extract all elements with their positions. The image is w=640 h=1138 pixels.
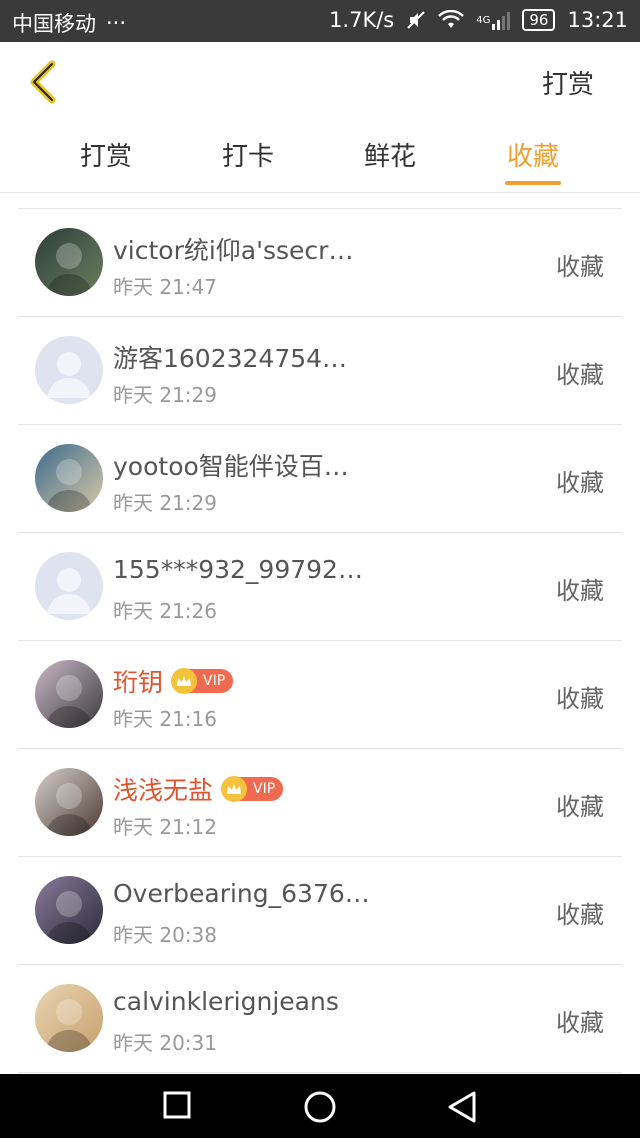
notification-dots: ···	[106, 11, 127, 35]
user-name-text: 珩钥	[113, 668, 164, 697]
timestamp: 昨天 21:29	[113, 383, 217, 407]
avatar[interactable]	[35, 984, 103, 1052]
tab-favorites[interactable]: 收藏	[478, 136, 588, 185]
vip-badge: VIP	[221, 776, 284, 802]
crown-icon	[221, 776, 248, 802]
avatar[interactable]	[35, 552, 103, 620]
user-name: 浅浅无盐 VIP	[113, 771, 284, 807]
timestamp: 昨天 21:47	[113, 275, 217, 299]
favorite-action-label[interactable]: 收藏	[556, 679, 604, 714]
tab-label: 鲜花	[363, 142, 416, 172]
signal-icon: 4G	[476, 10, 511, 30]
user-name-text: calvinklerignjeans	[113, 987, 339, 1016]
mute-icon	[406, 10, 426, 30]
timestamp: 昨天 20:31	[113, 1031, 217, 1055]
favorite-action-label[interactable]: 收藏	[556, 787, 604, 822]
home-button[interactable]	[303, 1090, 337, 1128]
favorites-list: victor统i仰a'ssecr… 昨天 21:47 收藏 游客1602324754……	[18, 209, 622, 1073]
favorite-action-label[interactable]: 收藏	[556, 355, 604, 390]
back-button[interactable]	[22, 58, 66, 106]
user-name-text: victor统i仰a'ssecr…	[113, 236, 354, 265]
timestamp: 昨天 21:29	[113, 491, 217, 515]
list-item[interactable]: 珩钥 VIP 昨天 21:16 收藏	[18, 641, 622, 749]
user-name: 游客1602324754…	[113, 339, 347, 375]
tab-label: 打卡	[221, 142, 274, 172]
triangle-back-icon	[448, 1091, 476, 1123]
timestamp: 昨天 21:16	[113, 707, 217, 731]
square-icon	[163, 1091, 191, 1119]
user-name-text: Overbearing_6376…	[113, 879, 370, 908]
vip-badge: VIP	[171, 668, 234, 694]
tab-label: 收藏	[506, 142, 559, 172]
list-item[interactable]: yootoo智能伴设百… 昨天 21:29 收藏	[18, 425, 622, 533]
active-tab-indicator	[505, 181, 561, 185]
vip-label: VIP	[253, 781, 276, 797]
tab-bar: 打赏 打卡 鲜花 收藏	[0, 122, 640, 193]
user-name: calvinklerignjeans	[113, 987, 339, 1016]
avatar[interactable]	[35, 228, 103, 296]
circle-icon	[304, 1091, 336, 1123]
timestamp: 昨天 21:12	[113, 815, 217, 839]
list-item[interactable]: 155***932_99792… 昨天 21:26 收藏	[18, 533, 622, 641]
network-speed: 1.7K/s	[329, 8, 395, 32]
list-item[interactable]: Overbearing_6376… 昨天 20:38 收藏	[18, 857, 622, 965]
status-bar: 中国移动 ··· 1.7K/s 4G 96 13:21	[0, 0, 640, 42]
avatar[interactable]	[35, 876, 103, 944]
recent-apps-button[interactable]	[162, 1090, 192, 1124]
user-name: 155***932_99792…	[113, 555, 363, 584]
avatar[interactable]	[35, 336, 103, 404]
user-name: victor统i仰a'ssecr…	[113, 231, 353, 267]
avatar[interactable]	[35, 444, 103, 512]
top-bar: 打赏	[0, 42, 640, 122]
list-item[interactable]: 浅浅无盐 VIP 昨天 21:12 收藏	[18, 749, 622, 857]
wifi-icon	[438, 10, 465, 30]
user-name-text: 游客1602324754…	[113, 344, 348, 373]
tab-flowers[interactable]: 鲜花	[335, 136, 445, 173]
back-nav-button[interactable]	[446, 1090, 478, 1128]
list-item[interactable]: calvinklerignjeans 昨天 20:31 收藏	[18, 965, 622, 1073]
network-type: 4G	[476, 14, 491, 26]
favorite-action-label[interactable]: 收藏	[556, 895, 604, 930]
list-item[interactable]: 游客1602324754… 昨天 21:29 收藏	[18, 317, 622, 425]
tab-checkin[interactable]: 打卡	[193, 136, 303, 173]
tab-label: 打赏	[79, 142, 132, 172]
user-name-text: 浅浅无盐	[113, 776, 214, 805]
tab-reward[interactable]: 打赏	[51, 136, 161, 173]
system-nav-bar	[0, 1074, 640, 1138]
favorite-action-label[interactable]: 收藏	[556, 463, 604, 498]
list-item[interactable]: victor统i仰a'ssecr… 昨天 21:47 收藏	[18, 209, 622, 317]
avatar[interactable]	[35, 660, 103, 728]
reward-button[interactable]: 打赏	[542, 64, 594, 101]
user-name-text: 155***932_99792…	[113, 555, 363, 584]
chevron-left-icon	[30, 60, 56, 104]
avatar[interactable]	[35, 768, 103, 836]
crown-icon	[171, 668, 198, 694]
timestamp: 昨天 21:26	[113, 599, 217, 623]
user-name: Overbearing_6376…	[113, 879, 370, 908]
user-name: yootoo智能伴设百…	[113, 447, 349, 483]
clock: 13:21	[567, 8, 628, 32]
carrier-label: 中国移动	[12, 12, 96, 36]
favorite-action-label[interactable]: 收藏	[556, 571, 604, 606]
favorite-action-label[interactable]: 收藏	[556, 247, 604, 282]
user-name-text: yootoo智能伴设百…	[113, 452, 349, 481]
user-name: 珩钥 VIP	[113, 663, 234, 699]
vip-label: VIP	[203, 673, 226, 689]
battery-indicator: 96	[522, 9, 556, 31]
timestamp: 昨天 20:38	[113, 923, 217, 947]
favorite-action-label[interactable]: 收藏	[556, 1003, 604, 1038]
